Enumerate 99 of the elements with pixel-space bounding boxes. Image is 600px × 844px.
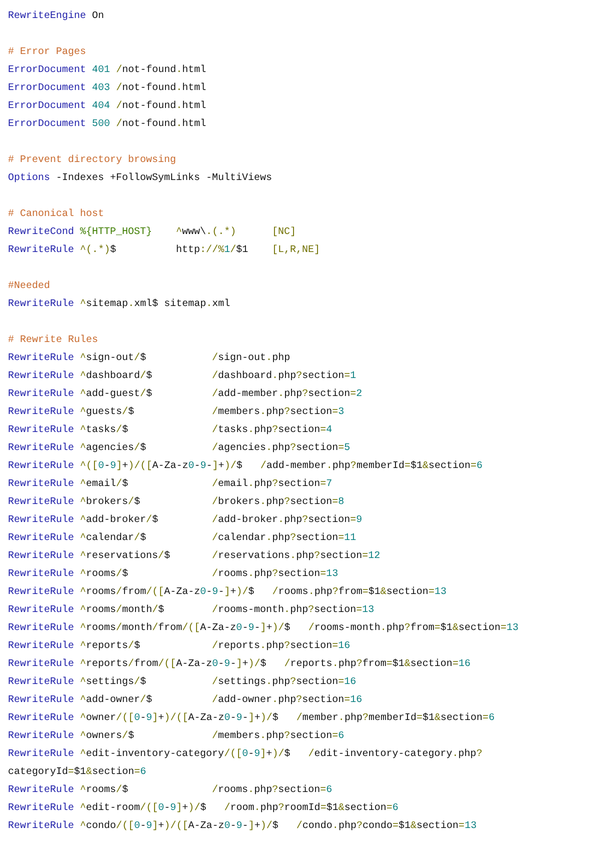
rewrite-pattern: ^condo/([0-9]+)/([A-Za-z0-9-]+)/$ — [80, 820, 278, 834]
directive-keyword: RewriteRule — [8, 550, 74, 564]
rewrite-pattern: %{HTTP_HOST} — [80, 226, 154, 240]
rewrite-target: /members.php?section=3 — [212, 406, 344, 420]
rewrite-pattern: ^add-broker/$ — [80, 514, 160, 528]
rewrite-pattern: ^edit-room/([0-9]+)/$ — [80, 802, 206, 816]
rewrite-target: /email.php?section=7 — [212, 478, 332, 492]
directive-keyword: RewriteRule — [8, 676, 74, 690]
rewrite-target: /settings.php?section=16 — [212, 676, 356, 690]
code-line: ErrorDocument 404 /not-found.html — [8, 100, 208, 114]
rewrite-pattern: ^rooms/from/([A-Za-z0-9-]+)/$ — [80, 586, 254, 600]
directive-keyword: RewriteCond — [8, 226, 74, 240]
rewrite-flags: [NC] — [272, 226, 296, 240]
directive-keyword: RewriteRule — [8, 622, 74, 636]
directive-keyword: RewriteRule — [8, 244, 74, 258]
rewrite-pattern: ^settings/$ — [80, 676, 148, 690]
code-line: RewriteEngine On — [8, 10, 106, 24]
rewrite-target: ^www\.(.*) — [176, 226, 238, 240]
directive-keyword: RewriteRule — [8, 352, 74, 366]
rewrite-pattern: ^reports/$ — [80, 640, 142, 654]
directive-keyword: RewriteRule — [8, 694, 74, 708]
rewrite-target: http://%1/$1 — [176, 244, 250, 258]
directive-keyword: RewriteRule — [8, 640, 74, 654]
directive-keyword: RewriteRule — [8, 604, 74, 618]
rewrite-pattern: ^reports/from/([A-Za-z0-9-]+)/$ — [80, 658, 266, 672]
rewrite-target: /room.php?roomId=$1&section=6 — [224, 802, 398, 816]
rewrite-pattern: ^rooms/month/from/([A-Za-z0-9-]+)/$ — [80, 622, 290, 636]
code-comment: # Rewrite Rules — [8, 334, 100, 348]
directive-keyword: RewriteRule — [8, 658, 74, 672]
directive-keyword: RewriteRule — [8, 406, 74, 420]
code-comment: #Needed — [8, 280, 52, 294]
rewrite-target: /add-owner.php?section=16 — [212, 694, 362, 708]
code-comment: # Canonical host — [8, 208, 106, 222]
rewrite-target: /add-member.php?memberId=$1&section=6 — [260, 460, 483, 474]
rewrite-target: /reservations.php?section=12 — [212, 550, 380, 564]
directive-keyword: RewriteRule — [8, 802, 74, 816]
rewrite-pattern: ^email/$ — [80, 478, 130, 492]
rewrite-target: /tasks.php?section=4 — [212, 424, 332, 438]
rewrite-target: /dashboard.php?section=1 — [212, 370, 356, 384]
rewrite-target: /rooms-month.php?from=$1&section=13 — [308, 622, 518, 636]
rewrite-target: /members.php?section=6 — [212, 730, 344, 744]
directive-keyword: RewriteRule — [8, 442, 74, 456]
rewrite-target: /rooms.php?section=6 — [212, 784, 332, 798]
code-line: RewriteRule ^sitemap.xml$ sitemap.xml — [8, 298, 232, 312]
rewrite-target: /edit-inventory-category.php? — [308, 748, 482, 762]
directive-keyword: RewriteRule — [8, 370, 74, 384]
rewrite-pattern: ^([0-9]+)/([A-Za-z0-9-]+)/$ — [80, 460, 242, 474]
directive-keyword: RewriteRule — [8, 514, 74, 528]
rewrite-target: /agencies.php?section=5 — [212, 442, 350, 456]
rewrite-pattern: ^calendar/$ — [80, 532, 148, 546]
code-line: categoryId=$1&section=6 — [8, 766, 148, 780]
code-comment: # Error Pages — [8, 46, 88, 60]
directive-keyword: RewriteRule — [8, 748, 74, 762]
rewrite-target: /sign-out.php — [212, 352, 290, 366]
directive-keyword: RewriteRule — [8, 784, 74, 798]
code-line: ErrorDocument 500 /not-found.html — [8, 118, 208, 132]
rewrite-pattern: ^rooms/month/$ — [80, 604, 166, 618]
rewrite-pattern: ^owner/([0-9]+)/([A-Za-z0-9-]+)/$ — [80, 712, 278, 726]
directive-keyword: RewriteRule — [8, 496, 74, 510]
rewrite-target: /rooms.php?from=$1&section=13 — [272, 586, 446, 600]
directive-keyword: RewriteRule — [8, 712, 74, 726]
rewrite-pattern: ^add-guest/$ — [80, 388, 154, 402]
code-comment: # Prevent directory browsing — [8, 154, 178, 168]
rewrite-pattern: ^guests/$ — [80, 406, 136, 420]
directive-keyword: RewriteRule — [8, 424, 74, 438]
rewrite-pattern: ^sign-out/$ — [80, 352, 148, 366]
directive-keyword: RewriteRule — [8, 586, 74, 600]
code-line: ErrorDocument 403 /not-found.html — [8, 82, 208, 96]
directive-keyword: RewriteRule — [8, 460, 74, 474]
directive-keyword: RewriteRule — [8, 730, 74, 744]
directive-keyword: RewriteRule — [8, 532, 74, 546]
rewrite-target: /condo.php?condo=$1&section=13 — [296, 820, 477, 834]
rewrite-target: /reports.php?from=$1&section=16 — [284, 658, 470, 672]
directive-keyword: RewriteRule — [8, 478, 74, 492]
rewrite-flags: [L,R,NE] — [272, 244, 320, 258]
code-line: ErrorDocument 401 /not-found.html — [8, 64, 208, 78]
rewrite-target: /brokers.php?section=8 — [212, 496, 344, 510]
code-line: Options -Indexes +FollowSymLinks -MultiViews — [8, 172, 274, 186]
rewrite-target: /rooms-month.php?section=13 — [212, 604, 374, 618]
rewrite-pattern: ^agencies/$ — [80, 442, 148, 456]
rewrite-pattern: ^edit-inventory-category/([0-9]+)/$ — [80, 748, 290, 762]
rewrite-pattern: ^brokers/$ — [80, 496, 142, 510]
rewrite-target: /reports.php?section=16 — [212, 640, 350, 654]
directive-keyword: RewriteRule — [8, 820, 74, 834]
rewrite-pattern: ^add-owner/$ — [80, 694, 154, 708]
rewrite-target: /rooms.php?section=13 — [212, 568, 338, 582]
rewrite-target: /member.php?memberId=$1&section=6 — [296, 712, 495, 726]
rewrite-pattern: ^dashboard/$ — [80, 370, 154, 384]
rewrite-target: /calendar.php?section=11 — [212, 532, 356, 546]
rewrite-pattern: ^(.*)$ — [80, 244, 118, 258]
directive-keyword: RewriteRule — [8, 568, 74, 582]
rewrite-pattern: ^tasks/$ — [80, 424, 130, 438]
rewrite-target: /add-member.php?section=2 — [212, 388, 362, 402]
rewrite-pattern: ^reservations/$ — [80, 550, 172, 564]
rewrite-pattern: ^owners/$ — [80, 730, 136, 744]
directive-keyword: RewriteRule — [8, 388, 74, 402]
rewrite-pattern: ^rooms/$ — [80, 568, 130, 582]
rewrite-target: /add-broker.php?section=9 — [212, 514, 362, 528]
rewrite-pattern: ^rooms/$ — [80, 784, 130, 798]
